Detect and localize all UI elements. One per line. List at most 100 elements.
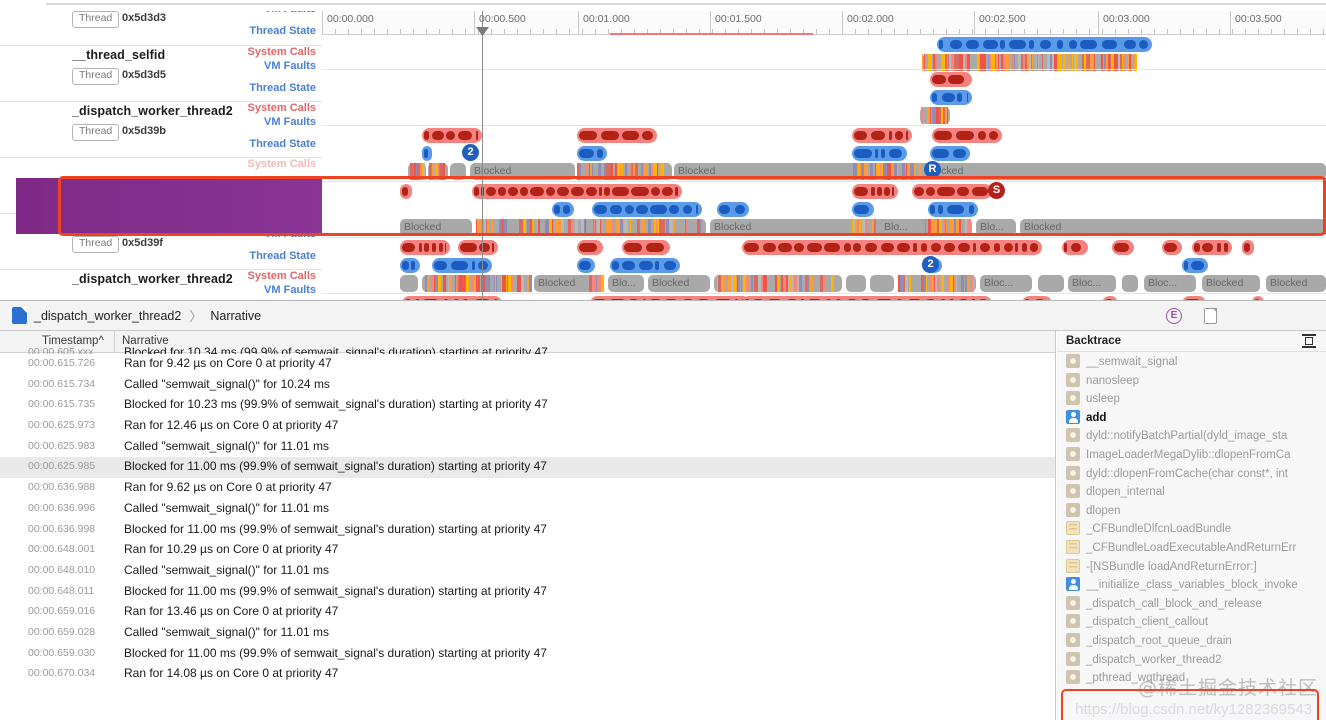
thread-state-blocked[interactable]: Blocked: [1202, 275, 1260, 292]
extended-detail-icon[interactable]: E: [1166, 307, 1182, 324]
event-marker: [956, 131, 974, 140]
track-label-row[interactable]: _dispatch_worker_thread2 System Calls VM F…: [0, 269, 322, 300]
event-count-badge[interactable]: S: [988, 182, 1005, 199]
thread-state-blocked[interactable]: [400, 275, 418, 292]
table-row[interactable]: 00:00.625.983 Called "semwait_signal()" f…: [0, 437, 1055, 458]
table-row[interactable]: 00:00.636.998 Blocked for 11.00 ms (99.9%…: [0, 520, 1055, 541]
event-marker: [604, 187, 610, 196]
backtrace-frame-row[interactable]: add: [1057, 408, 1326, 427]
table-row[interactable]: 00:00.625.985 Blocked for 11.00 ms (99.9%…: [0, 457, 1055, 479]
backtrace-frame-row[interactable]: _dispatch_root_queue_drain: [1057, 631, 1326, 650]
vm-faults-lane[interactable]: 2: [322, 256, 1326, 275]
thread-state-blocked[interactable]: [450, 163, 466, 180]
backtrace-frame-row[interactable]: __initialize_class_variables_block_invok…: [1057, 575, 1326, 594]
vm-faults-lane[interactable]: [322, 89, 1326, 107]
table-row[interactable]: 00:00.615.734 Called "semwait_signal()" f…: [0, 375, 1055, 396]
thread-state-blocked[interactable]: Blocked: [648, 275, 710, 292]
thread-state-stripe: [899, 275, 904, 292]
timeline-plot[interactable]: 2 Blocked Blocked Blocked R S Blocked Blocked Bl…: [322, 35, 1326, 300]
thread-state-blocked[interactable]: Bloc...: [1068, 275, 1116, 292]
collapse-frames-icon[interactable]: [1302, 334, 1316, 348]
table-row[interactable]: 00:00.648.011 Blocked for 11.00 ms (99.9%…: [0, 582, 1055, 603]
backtrace-frame-row[interactable]: usleep: [1057, 389, 1326, 408]
thread-state-blocked[interactable]: Blocked: [922, 163, 1326, 180]
backtrace-frame-row[interactable]: dyld::dlopenFromCache(char const*, int: [1057, 464, 1326, 483]
backtrace-frame-row[interactable]: _dispatch_worker_thread2: [1057, 650, 1326, 669]
backtrace-frame-row[interactable]: -[NSBundle loadAndReturnError:]: [1057, 557, 1326, 576]
vm-faults-lane[interactable]: [322, 36, 1326, 54]
thread-state-lane[interactable]: Blocked Blocked Blocked: [322, 163, 1326, 181]
thread-state-blocked[interactable]: Blo...: [880, 219, 920, 236]
track-label-column[interactable]: __thread_selfidThread0x5d3d3System Calls…: [0, 11, 322, 300]
table-row[interactable]: 00:00.636.988 Ran for 9.62 µs on Core 0 a…: [0, 478, 1055, 499]
jump-context-label[interactable]: _dispatch_worker_thread2: [34, 309, 181, 323]
thread-state-blocked[interactable]: [1122, 275, 1138, 292]
track-plot-row[interactable]: [322, 35, 1326, 71]
table-row[interactable]: 00:00.648.010 Called "semwait_signal()" f…: [0, 561, 1055, 582]
table-row[interactable]: 00:00.605.xxx Blocked for 10.34 ms (99.9%…: [0, 343, 1055, 354]
thread-state-blocked[interactable]: Blocked: [400, 219, 472, 236]
backtrace-frame-row[interactable]: _dispatch_call_block_and_release: [1057, 594, 1326, 613]
event-count-badge[interactable]: 2: [462, 144, 479, 161]
track-label-row[interactable]: __thread_selfid Thread 0x5d3d5 System Calls…: [0, 45, 322, 101]
table-row[interactable]: 00:00.615.735 Blocked for 10.23 ms (99.9%…: [0, 395, 1055, 416]
table-row[interactable]: 00:00.659.028 Called "semwait_signal()" f…: [0, 623, 1055, 644]
backtrace-frame-row[interactable]: dyld::notifyBatchPartial(dyld_image_sta: [1057, 426, 1326, 445]
backtrace-frame-row[interactable]: __semwait_signal: [1057, 352, 1326, 371]
table-row[interactable]: 00:00.659.030 Blocked for 11.00 ms (99.9%…: [0, 644, 1055, 665]
thread-state-blocked[interactable]: [1038, 275, 1064, 292]
thread-state-blocked[interactable]: Bloc...: [980, 275, 1032, 292]
event-marker: [1124, 40, 1136, 49]
track-plot-row[interactable]: [322, 69, 1326, 125]
track-plot-row[interactable]: S Blocked Blocked Blo... Blo... Blocked: [322, 181, 1326, 237]
thread-state-lane[interactable]: [322, 107, 1326, 125]
system-calls-lane[interactable]: [322, 71, 1326, 89]
track-label-row[interactable]: _dispatch_worker_thread2 Thread 0x5d39b Sys…: [0, 101, 322, 157]
backtrace-frame-row[interactable]: dlopen_internal: [1057, 482, 1326, 501]
vm-faults-lane[interactable]: [322, 201, 1326, 219]
backtrace-frame-row[interactable]: ImageLoaderMegaDylib::dlopenFromCa: [1057, 445, 1326, 464]
narrative-rows[interactable]: 00:00.605.xxx Blocked for 10.34 ms (99.9%…: [0, 345, 1055, 720]
thread-state-blocked[interactable]: Blo...: [608, 275, 644, 292]
backtrace-frame-row[interactable]: _dispatch_client_callout: [1057, 612, 1326, 631]
document-icon[interactable]: [1204, 307, 1217, 324]
event-count-badge[interactable]: 2: [922, 256, 939, 273]
timeline-ruler[interactable]: 00:00.000 00:00.500 00:01.000 00:01.500 00:0…: [322, 11, 1326, 35]
thread-state-stripe: [936, 107, 940, 124]
thread-state-lane[interactable]: Blocked Blocked Blo... Blo... Blocked: [322, 219, 1326, 237]
table-row[interactable]: 00:00.625.973 Ran for 12.46 µs on Core 0 …: [0, 416, 1055, 437]
thread-state-blocked[interactable]: [846, 275, 866, 292]
event-count-badge[interactable]: R: [924, 161, 941, 178]
event-marker: [624, 243, 642, 252]
table-row[interactable]: 00:00.636.996 Called "semwait_signal()" f…: [0, 499, 1055, 520]
thread-state-blocked[interactable]: [870, 275, 894, 292]
system-calls-lane[interactable]: [322, 239, 1326, 257]
thread-state-blocked[interactable]: Bloc...: [1144, 275, 1196, 292]
ruler-minor-tick: [582, 29, 583, 34]
system-calls-lane[interactable]: [322, 127, 1326, 145]
vm-faults-lane[interactable]: 2: [322, 144, 1326, 163]
backtrace-frame-row[interactable]: dlopen: [1057, 501, 1326, 520]
playhead-line[interactable]: [482, 11, 483, 300]
thread-state-lane[interactable]: Blocked Blo... Blocked Bloc... Bloc... Bloc..…: [322, 275, 1326, 293]
backtrace-frame-row[interactable]: _CFBundleDlfcnLoadBundle: [1057, 519, 1326, 538]
backtrace-frame-row[interactable]: nanosleep: [1057, 371, 1326, 390]
table-row[interactable]: 00:00.615.726 Ran for 9.42 µs on Core 0 a…: [0, 354, 1055, 375]
table-row[interactable]: 00:00.648.001 Ran for 10.29 µs on Core 0 …: [0, 540, 1055, 561]
backtrace-frame-row[interactable]: _CFBundleLoadExecutableAndReturnErr: [1057, 538, 1326, 557]
narrative-table[interactable]: Timestamp^ Narrative 00:00.605.xxx Blocke…: [0, 331, 1056, 720]
thread-state-stripe: [429, 163, 431, 180]
table-row[interactable]: 00:00.659.016 Ran for 13.46 µs on Core 0 …: [0, 602, 1055, 623]
track-plot-row[interactable]: 2 Blocked Blo... Blocked Bloc... Bloc... Bloc.…: [322, 237, 1326, 293]
system-calls-lane[interactable]: S: [322, 182, 1326, 201]
table-row[interactable]: 00:00.670.034 Ran for 14.08 µs on Core 0 …: [0, 664, 1055, 685]
thread-state-blocked[interactable]: Blocked: [1266, 275, 1326, 292]
thread-state-blocked[interactable]: Blocked: [1020, 219, 1326, 236]
jump-view-label[interactable]: Narrative: [210, 309, 261, 323]
thread-state-blocked[interactable]: Blo...: [976, 219, 1016, 236]
backtrace-frame-list[interactable]: __semwait_signal nanosleep usleep add dyld::…: [1057, 352, 1326, 720]
track-label-row[interactable]: __thread_selfidThread0x5d3d3System Calls…: [0, 11, 322, 45]
thread-state-blocked[interactable]: Blocked: [470, 163, 575, 180]
track-plot-row[interactable]: [322, 293, 1326, 300]
track-plot-row[interactable]: 2 Blocked Blocked Blocked R: [322, 125, 1326, 181]
